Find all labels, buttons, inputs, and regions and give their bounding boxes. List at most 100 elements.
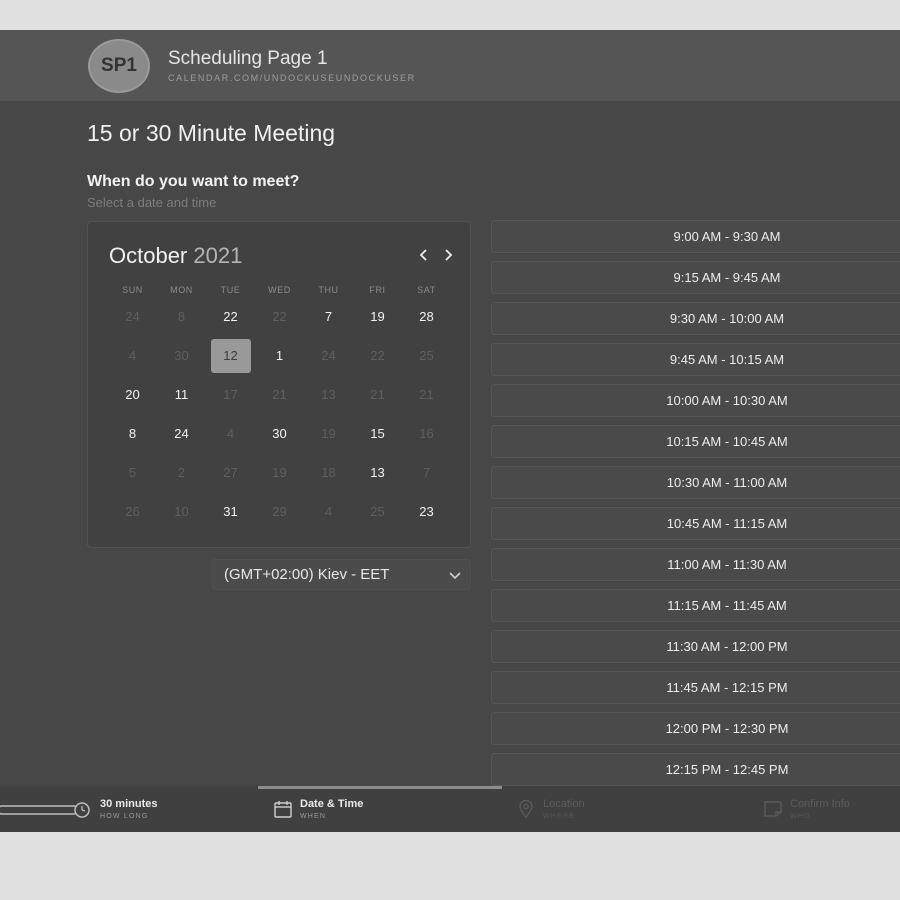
- calendar-day-unavailable: 2: [157, 453, 206, 492]
- calendar-day-number: 31: [223, 504, 238, 519]
- time-slot-button[interactable]: 11:15 AM - 11:45 AM: [491, 589, 900, 622]
- calendar-day-number: 26: [125, 504, 140, 519]
- calendar-day-number: 13: [321, 387, 336, 402]
- calendar-day-number: 21: [272, 387, 287, 402]
- time-slot-button[interactable]: 10:00 AM - 10:30 AM: [491, 384, 900, 417]
- time-slot-label: 9:00 AM - 9:30 AM: [673, 229, 781, 244]
- time-slot-label: 12:00 PM - 12:30 PM: [665, 721, 789, 736]
- calendar-day-available[interactable]: 24: [157, 414, 206, 453]
- calendar-day-available[interactable]: 31: [206, 492, 255, 531]
- time-slot-button[interactable]: 10:45 AM - 11:15 AM: [491, 507, 900, 540]
- calendar-day-number: 11: [174, 387, 189, 402]
- calendar-day-available[interactable]: 13: [353, 453, 402, 492]
- calendar-day-number: 30: [174, 348, 189, 363]
- calendar-day-number: 12: [210, 338, 251, 373]
- calendar-day-available[interactable]: 7: [304, 297, 353, 336]
- time-slot-label: 11:30 AM - 12:00 PM: [666, 639, 788, 654]
- calendar-day-number: 7: [422, 465, 431, 480]
- calendar-day-unavailable: 19: [304, 414, 353, 453]
- calendar-day-available[interactable]: 20: [108, 375, 157, 414]
- calendar-day-available[interactable]: 23: [402, 492, 451, 531]
- time-slot-button[interactable]: 9:15 AM - 9:45 AM: [491, 261, 900, 294]
- weekday-label: TUE: [220, 285, 241, 295]
- calendar-day-number: 24: [321, 348, 336, 363]
- booking-steps-bar: 30 minutes HOW LONG Date & Time WHEN Loc…: [0, 786, 900, 832]
- scheduling-page-url: CALENDAR.COM/UNDOCKUSEUNDOCKUSER: [168, 73, 416, 83]
- calendar-day-unavailable: 19: [255, 453, 304, 492]
- calendar-day-unavailable: 21: [402, 375, 451, 414]
- step-duration[interactable]: 30 minutes HOW LONG: [0, 786, 240, 832]
- page-header: SP1 Scheduling Page 1 CALENDAR.COM/UNDOC…: [0, 30, 900, 101]
- calendar-day-number: 21: [419, 387, 434, 402]
- calendar-day-number: 21: [370, 387, 385, 402]
- previous-month-button[interactable]: [415, 244, 433, 266]
- calendar-day-unavailable: 18: [304, 453, 353, 492]
- date-picker-calendar: October 2021 SUN MON TUE WED THU FRI SAT 24 8 22…: [87, 221, 471, 548]
- calendar-day-number: 19: [321, 426, 336, 441]
- calendar-day-available[interactable]: 11: [157, 375, 206, 414]
- step-date-time[interactable]: Date & Time WHEN: [258, 786, 502, 832]
- calendar-day-unavailable: 29: [255, 492, 304, 531]
- calendar-day-unavailable: 5: [108, 453, 157, 492]
- calendar-day-unavailable: 25: [353, 492, 402, 531]
- time-slot-button[interactable]: 12:00 PM - 12:30 PM: [491, 712, 900, 745]
- calendar-day-number: 22: [223, 309, 238, 324]
- calendar-day-selected[interactable]: 12: [206, 336, 255, 375]
- calendar-day-number: 22: [370, 348, 385, 363]
- calendar-day-number: 27: [223, 465, 238, 480]
- time-slot-label: 11:45 AM - 12:15 PM: [666, 680, 788, 695]
- calendar-day-unavailable: 26: [108, 492, 157, 531]
- calendar-day-number: 10: [174, 504, 189, 519]
- weekday-label: MON: [170, 285, 193, 295]
- section-subtitle: Select a date and time: [87, 195, 217, 210]
- step-location-subtitle: WHERE: [543, 813, 576, 820]
- calendar-year: 2021: [193, 243, 243, 268]
- calendar-day-unavailable: 10: [157, 492, 206, 531]
- time-slot-button[interactable]: 11:45 AM - 12:15 PM: [491, 671, 900, 704]
- time-slot-button[interactable]: 10:15 AM - 10:45 AM: [491, 425, 900, 458]
- time-slot-label: 9:30 AM - 10:00 AM: [669, 311, 785, 326]
- calendar-day-number: 8: [128, 426, 137, 441]
- step-confirm-info-title: Confirm Info: [790, 798, 850, 810]
- time-slot-button[interactable]: 9:30 AM - 10:00 AM: [491, 302, 900, 335]
- time-slot-label: 10:45 AM - 11:15 AM: [666, 516, 788, 531]
- calendar-day-number: 18: [321, 465, 336, 480]
- step-duration-subtitle: HOW LONG: [100, 813, 149, 820]
- calendar-day-available[interactable]: 30: [255, 414, 304, 453]
- calendar-day-available[interactable]: 1: [255, 336, 304, 375]
- section-heading: When do you want to meet?: [87, 173, 300, 190]
- calendar-day-unavailable: 13: [304, 375, 353, 414]
- chevron-down-icon: [449, 572, 461, 580]
- calendar-day-unavailable: 21: [255, 375, 304, 414]
- time-slot-label: 9:15 AM - 9:45 AM: [673, 270, 781, 285]
- calendar-day-available[interactable]: 28: [402, 297, 451, 336]
- calendar-day-unavailable: 8: [157, 297, 206, 336]
- calendar-day-available[interactable]: 15: [353, 414, 402, 453]
- calendar-day-unavailable: 4: [304, 492, 353, 531]
- timezone-value: (GMT+02:00) Kiev - EET: [224, 566, 390, 583]
- calendar-day-unavailable: 27: [206, 453, 255, 492]
- time-slot-label: 11:00 AM - 11:30 AM: [667, 557, 787, 572]
- time-slot-button[interactable]: 11:30 AM - 12:00 PM: [491, 630, 900, 663]
- time-slot-button[interactable]: 10:30 AM - 11:00 AM: [491, 466, 900, 499]
- calendar-day-number: 19: [370, 309, 385, 324]
- calendar-day-unavailable: 30: [157, 336, 206, 375]
- calendar-day-number: 23: [419, 504, 434, 519]
- calendar-day-available[interactable]: 22: [206, 297, 255, 336]
- calendar-day-available[interactable]: 8: [108, 414, 157, 453]
- time-slot-button[interactable]: 9:45 AM - 10:15 AM: [491, 343, 900, 376]
- time-slot-button[interactable]: 12:15 PM - 12:45 PM: [491, 753, 900, 786]
- calendar-day-number: 25: [370, 504, 385, 519]
- calendar-day-available[interactable]: 19: [353, 297, 402, 336]
- time-slot-label: 11:15 AM - 11:45 AM: [667, 598, 787, 613]
- weekday-header-row: SUN MON TUE WED THU FRI SAT: [108, 285, 452, 295]
- calendar-day-number: 16: [419, 426, 434, 441]
- next-month-button[interactable]: [439, 244, 457, 266]
- time-slot-button[interactable]: 11:00 AM - 11:30 AM: [491, 548, 900, 581]
- time-slot-button[interactable]: 9:00 AM - 9:30 AM: [491, 220, 900, 253]
- step-confirm-info-subtitle: WHO: [790, 813, 811, 820]
- timezone-select[interactable]: (GMT+02:00) Kiev - EET: [212, 559, 471, 590]
- calendar-day-number: 22: [272, 309, 287, 324]
- step-duration-title: 30 minutes: [100, 798, 158, 810]
- calendar-day-number: 20: [125, 387, 140, 402]
